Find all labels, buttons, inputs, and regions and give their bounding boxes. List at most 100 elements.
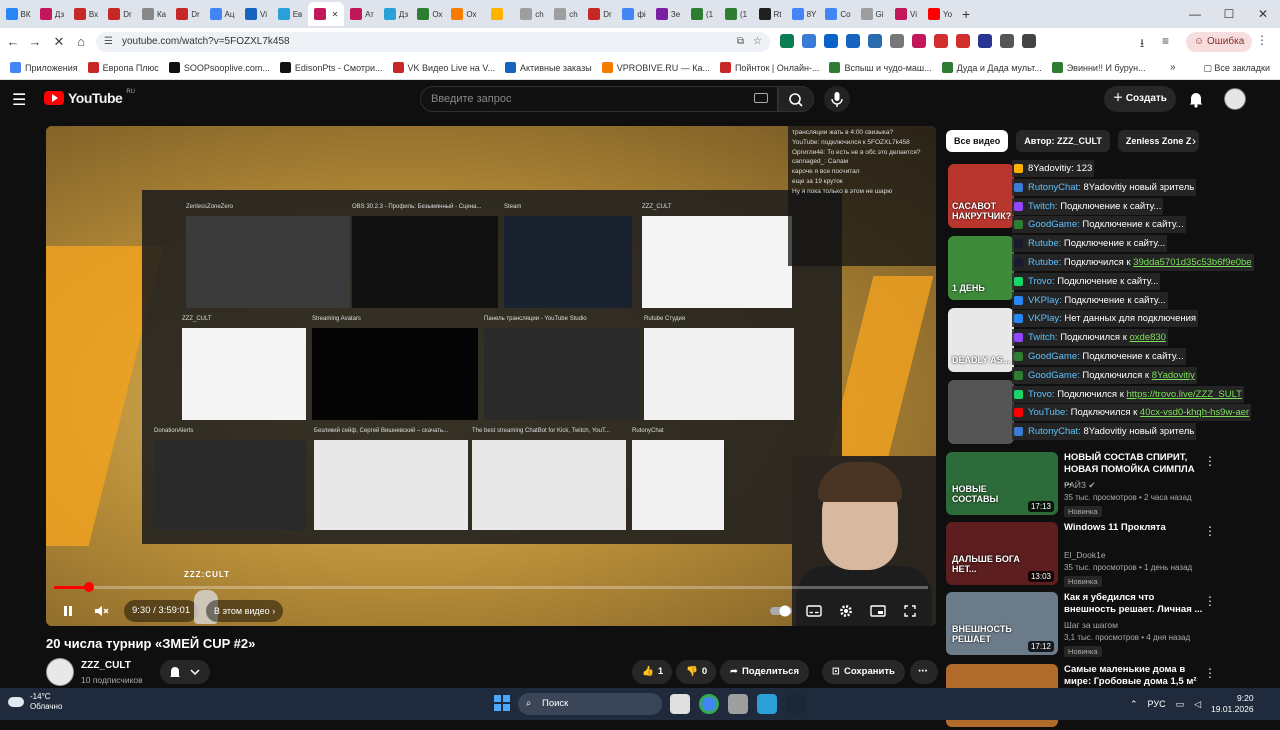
minimize-button[interactable]: — xyxy=(1178,0,1212,28)
bookmark-item[interactable]: Дуда и Дада мульт... xyxy=(941,62,1042,73)
voice-search-button[interactable] xyxy=(824,86,850,112)
filter-chip[interactable]: Zenless Zone Z xyxy=(1117,130,1200,152)
browser-tab[interactable]: Vi xyxy=(240,2,272,26)
chat-link[interactable]: 40cx-vsd0-khqh-hs9w-aer xyxy=(1140,407,1249,418)
chips-next-icon[interactable]: › xyxy=(1192,134,1196,148)
video-title[interactable]: Как я убедился что внешность решает. Лич… xyxy=(1064,592,1204,617)
extension-icon[interactable] xyxy=(868,34,882,48)
save-button[interactable]: ⊡ Сохранить xyxy=(822,660,905,684)
chat-link[interactable]: 8Yadovitiy xyxy=(1152,370,1195,381)
notifications-bell-icon[interactable] xyxy=(1188,90,1204,108)
more-options-icon[interactable]: ⋮ xyxy=(1204,594,1216,608)
keyboard-icon[interactable] xyxy=(754,93,768,103)
bookmark-item[interactable]: Активные заказы xyxy=(505,62,592,73)
search-input[interactable]: Введите запрос xyxy=(420,86,778,112)
browser-tab[interactable]: Yo xyxy=(924,2,956,26)
close-window-button[interactable]: ✕ xyxy=(1246,0,1280,28)
share-button[interactable]: ➦ Поделиться xyxy=(720,660,809,684)
back-icon[interactable]: ← xyxy=(2,34,24,49)
channel-name[interactable]: El_Dook1e xyxy=(1064,550,1106,560)
video-thumbnail[interactable]: НОВЫЕ СОСТАВЫ 17:13 xyxy=(946,452,1058,515)
extension-icon[interactable] xyxy=(1000,34,1014,48)
browser-tab[interactable]: Dr xyxy=(584,2,616,26)
browser-tab[interactable]: Co xyxy=(822,2,854,26)
browser-tab[interactable]: фі xyxy=(618,2,650,26)
video-thumbnail[interactable]: ДАЛЬШЕ БОГА НЕТ... 13:03 xyxy=(946,522,1058,585)
browser-tab[interactable]: Rt xyxy=(754,2,786,26)
task-view-window[interactable]: ZenlessZoneZero xyxy=(186,204,350,308)
task-view-window[interactable]: Rutube Студия xyxy=(644,316,794,420)
browser-tab[interactable]: Ев xyxy=(274,2,306,26)
extension-icon[interactable] xyxy=(802,34,816,48)
bookmark-item[interactable]: EdisonPts - Смотри... xyxy=(279,62,383,73)
task-view-window[interactable]: The best streaming ChatBot for Kick, Twi… xyxy=(472,428,626,530)
recommended-video[interactable]: ДАЛЬШЕ БОГА НЕТ... 13:03 Windows 11 Прокля… xyxy=(946,522,1266,588)
channel-name[interactable]: Шаг за шагом xyxy=(1064,620,1118,630)
more-actions-button[interactable]: ⋯ xyxy=(910,660,938,684)
browser-tab[interactable]: Ка xyxy=(138,2,170,26)
bookmark-item[interactable]: VPROBIVE.RU — Ка... xyxy=(601,62,710,73)
fullscreen-button[interactable] xyxy=(900,600,920,622)
new-tab-button[interactable]: + xyxy=(962,6,970,22)
search-button[interactable] xyxy=(778,86,814,112)
browser-tab[interactable]: Ох xyxy=(414,2,446,26)
chat-link[interactable]: https://trovo.live/ZZZ_SULT xyxy=(1127,389,1242,400)
recommended-video[interactable]: ВНЕШНОСТЬ РЕШАЕТ 17:12 Как я убедился что … xyxy=(946,592,1266,658)
browser-tab[interactable]: Вх xyxy=(70,2,102,26)
language-indicator[interactable]: РУС xyxy=(1148,699,1166,709)
browser-tab[interactable]: Vi xyxy=(890,2,922,26)
task-view-window[interactable]: Steam xyxy=(504,204,632,308)
bookmark-item[interactable]: Приложения xyxy=(10,62,78,73)
forward-icon[interactable]: → xyxy=(24,34,46,49)
extension-icon[interactable] xyxy=(934,34,948,48)
chat-link[interactable]: oxde830 xyxy=(1130,332,1166,343)
browser-tab[interactable]: ✕ xyxy=(308,2,344,26)
chat-link[interactable]: 39dda5701d35c53b6f9e0be xyxy=(1133,257,1251,268)
video-player[interactable]: ZenlessZoneZero OBS 30.2.3 - Профиль: Без… xyxy=(46,126,936,626)
filter-chip[interactable]: Автор: ZZZ_CULT xyxy=(1016,130,1110,152)
extension-icon[interactable] xyxy=(890,34,904,48)
recommendation-thumbnail[interactable]: САСАВОТ НАКРУТЧИК? xyxy=(948,164,1014,228)
stop-loading-icon[interactable]: ✕ xyxy=(48,34,70,50)
extension-icon[interactable] xyxy=(1022,34,1036,48)
task-view-window[interactable]: OBS 30.2.3 - Профиль: Безымянный - Сцена… xyxy=(352,204,498,308)
extension-icon[interactable] xyxy=(978,34,992,48)
bookmark-item[interactable]: Эвинни!! И бурун... xyxy=(1051,62,1146,73)
notification-preferences-button[interactable] xyxy=(160,660,210,684)
more-bookmarks-icon[interactable]: » xyxy=(1170,62,1176,73)
dislike-button[interactable]: 👎 0 xyxy=(676,660,716,684)
more-options-icon[interactable]: ⋮ xyxy=(1204,454,1216,468)
recommendation-thumbnail[interactable] xyxy=(948,380,1014,444)
miniplayer-button[interactable] xyxy=(868,600,888,622)
recommended-video[interactable]: НОВЫЕ СОСТАВЫ 17:13 НОВЫЙ СОСТАВ СПИРИТ, Н… xyxy=(946,452,1266,518)
taskbar-app-icon[interactable] xyxy=(757,694,777,714)
progress-scrubber[interactable] xyxy=(83,582,94,592)
channel-name[interactable]: ZZZ_CULT xyxy=(81,660,131,671)
task-view-window[interactable]: RutonyChat xyxy=(632,428,724,530)
recommendation-thumbnail[interactable]: 1 ДЕНЬ xyxy=(948,236,1014,300)
bookmark-item[interactable]: Вспыш и чудо-маш... xyxy=(829,62,932,73)
browser-tab[interactable] xyxy=(482,2,514,26)
taskbar-app-icon[interactable] xyxy=(699,694,719,714)
video-thumbnail[interactable]: ВНЕШНОСТЬ РЕШАЕТ 17:12 xyxy=(946,592,1058,655)
browser-menu-icon[interactable]: ⋮ xyxy=(1256,33,1268,47)
browser-tab[interactable]: Ат xyxy=(346,2,378,26)
weather-widget[interactable]: -14°C Облачно xyxy=(8,692,62,711)
taskbar-app-icon[interactable] xyxy=(670,694,690,714)
browser-tab[interactable]: Дз xyxy=(380,2,412,26)
more-options-icon[interactable]: ⋮ xyxy=(1204,524,1216,538)
extension-icon[interactable] xyxy=(780,34,794,48)
bookmark-item[interactable]: SOOPsooplive.com... xyxy=(168,62,270,73)
taskbar-app-icon[interactable] xyxy=(728,694,748,714)
volume-icon[interactable]: ◁ xyxy=(1194,699,1201,710)
browser-tab[interactable]: Gi xyxy=(856,2,888,26)
maximize-button[interactable]: ☐ xyxy=(1212,0,1246,28)
home-icon[interactable]: ⌂ xyxy=(70,34,92,49)
extension-icon[interactable] xyxy=(956,34,970,48)
like-button[interactable]: 👍 1 xyxy=(632,660,672,684)
browser-tab[interactable]: Зе xyxy=(652,2,684,26)
profile-error-button[interactable]: ☺ Ошибка xyxy=(1186,32,1253,52)
task-view-window[interactable]: DonationAlerts xyxy=(154,428,306,530)
extension-icon[interactable] xyxy=(846,34,860,48)
browser-tab[interactable]: Dr xyxy=(172,2,204,26)
